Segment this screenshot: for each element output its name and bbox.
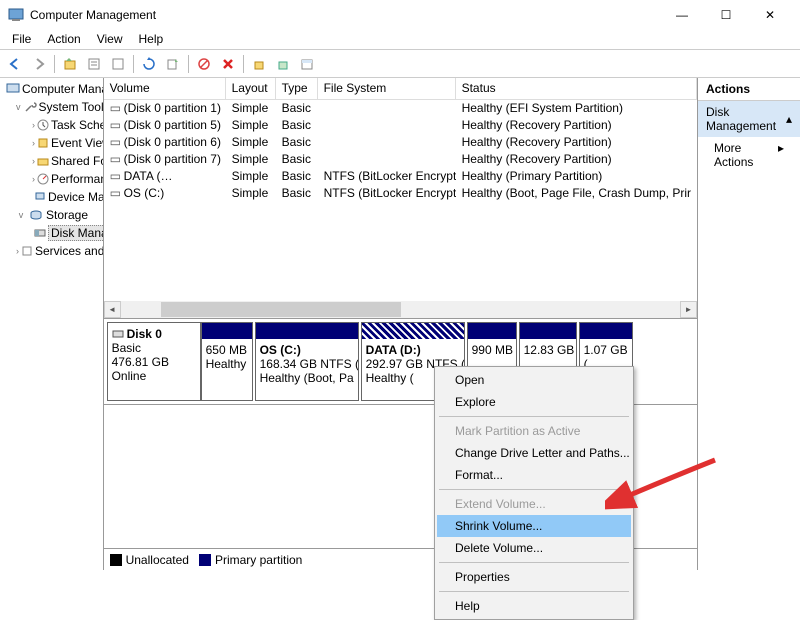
volume-list-header: Volume Layout Type File System Status — [104, 78, 697, 100]
menu-action[interactable]: Action — [39, 30, 88, 49]
refresh-button[interactable] — [138, 53, 160, 75]
context-menu: Open Explore Mark Partition as Active Ch… — [434, 366, 634, 620]
disk-icon: ▭ — [110, 186, 122, 200]
tree-services-apps[interactable]: ›Services and Applications — [2, 242, 101, 260]
partition[interactable]: 650 MBHealthy — [201, 322, 253, 401]
tree-disk-management[interactable]: Disk Management — [2, 224, 101, 242]
window-title: Computer Management — [30, 8, 660, 22]
actions-pane: Actions Disk Management ▴ More Actions ▸ — [698, 78, 800, 570]
tree-performance[interactable]: ›Performance — [2, 170, 101, 188]
cal-button[interactable] — [296, 53, 318, 75]
ctx-explore[interactable]: Explore — [437, 391, 631, 413]
actions-section[interactable]: Disk Management ▴ — [698, 101, 800, 137]
event-icon — [37, 137, 49, 149]
volume-list: ▭(Disk 0 partition 1)SimpleBasicHealthy … — [104, 100, 697, 230]
diskmgmt-icon — [34, 227, 46, 239]
navigation-tree: Computer Management (Local) v System Too… — [0, 78, 104, 570]
scroll-right-button[interactable]: ► — [680, 301, 697, 318]
volume-row[interactable]: ▭(Disk 0 partition 7)SimpleBasicHealthy … — [104, 151, 697, 168]
menu-view[interactable]: View — [89, 30, 131, 49]
scroll-thumb[interactable] — [161, 302, 401, 317]
flag1-button[interactable] — [248, 53, 270, 75]
scroll-track[interactable] — [121, 301, 680, 318]
ctx-mark-active: Mark Partition as Active — [437, 420, 631, 442]
disk-icon: ▭ — [110, 169, 122, 183]
tree-shared-folders[interactable]: ›Shared Folders — [2, 152, 101, 170]
col-filesystem[interactable]: File System — [318, 78, 456, 99]
menu-help[interactable]: Help — [131, 30, 172, 49]
volume-row[interactable]: ▭(Disk 0 partition 1)SimpleBasicHealthy … — [104, 100, 697, 117]
menu-bar: File Action View Help — [0, 30, 800, 50]
close-button[interactable]: ✕ — [748, 0, 792, 30]
chevron-right-icon: ▸ — [778, 141, 784, 169]
actions-more[interactable]: More Actions ▸ — [698, 137, 800, 173]
partition-os[interactable]: OS (C:)168.34 GB NTFS (Healthy (Boot, Pa — [255, 322, 359, 401]
disk-icon: ▭ — [110, 152, 122, 166]
legend-primary-swatch — [199, 554, 211, 566]
device-icon — [34, 191, 46, 203]
col-volume[interactable]: Volume — [104, 78, 226, 99]
ctx-shrink[interactable]: Shrink Volume... — [437, 515, 631, 537]
volume-row[interactable]: ▭OS (C:)SimpleBasicNTFS (BitLocker Encry… — [104, 185, 697, 202]
disk-icon: ▭ — [110, 118, 122, 132]
computer-icon — [6, 82, 20, 96]
ctx-format[interactable]: Format... — [437, 464, 631, 486]
disk-icon: ▭ — [110, 135, 122, 149]
flag2-button[interactable] — [272, 53, 294, 75]
collapse-icon[interactable]: v — [16, 102, 21, 112]
volume-row[interactable]: ▭(Disk 0 partition 5)SimpleBasicHealthy … — [104, 117, 697, 134]
volume-row[interactable]: ▭(Disk 0 partition 6)SimpleBasicHealthy … — [104, 134, 697, 151]
ctx-properties[interactable]: Properties — [437, 566, 631, 588]
ctx-open[interactable]: Open — [437, 369, 631, 391]
services-icon — [21, 245, 33, 257]
disk-icon: ▭ — [110, 101, 122, 115]
menu-file[interactable]: File — [4, 30, 39, 49]
minimize-button[interactable]: — — [660, 0, 704, 30]
props-button[interactable] — [83, 53, 105, 75]
scroll-left-button[interactable]: ◄ — [104, 301, 121, 318]
toolbar — [0, 50, 800, 78]
col-layout[interactable]: Layout — [226, 78, 276, 99]
ctx-extend: Extend Volume... — [437, 493, 631, 515]
tree-storage[interactable]: vStorage — [2, 206, 101, 224]
collapse-icon[interactable]: v — [16, 210, 26, 220]
tree-system-tools[interactable]: v System Tools — [2, 98, 101, 116]
volume-row[interactable]: ▭DATA (…SimpleBasicNTFS (BitLocker Encry… — [104, 168, 697, 185]
storage-icon — [28, 209, 44, 221]
ctx-delete[interactable]: Delete Volume... — [437, 537, 631, 559]
col-status[interactable]: Status — [456, 78, 697, 99]
forward-button[interactable] — [28, 53, 50, 75]
ctx-change-letter[interactable]: Change Drive Letter and Paths... — [437, 442, 631, 464]
tree-device-manager[interactable]: Device Manager — [2, 188, 101, 206]
disk-icon — [112, 328, 124, 340]
maximize-button[interactable]: ☐ — [704, 0, 748, 30]
back-button[interactable] — [4, 53, 26, 75]
stop-button[interactable] — [193, 53, 215, 75]
hscrollbar[interactable]: ◄ ► — [104, 301, 697, 318]
legend-unallocated-swatch — [110, 554, 122, 566]
perf-icon — [37, 173, 49, 185]
actions-header: Actions — [698, 78, 800, 101]
disk-info[interactable]: Disk 0 Basic 476.81 GB Online — [107, 322, 201, 401]
tree-task-scheduler[interactable]: ›Task Scheduler — [2, 116, 101, 134]
ctx-help[interactable]: Help — [437, 595, 631, 617]
delete-button[interactable] — [217, 53, 239, 75]
tools-icon — [23, 100, 37, 114]
folder-shared-icon — [37, 155, 49, 167]
col-type[interactable]: Type — [276, 78, 318, 99]
app-icon — [8, 7, 24, 23]
refresh2-button[interactable] — [107, 53, 129, 75]
up-button[interactable] — [59, 53, 81, 75]
collapse-up-icon: ▴ — [786, 112, 792, 126]
window-titlebar: Computer Management — ☐ ✕ — [0, 0, 800, 30]
tree-root[interactable]: Computer Management (Local) — [2, 80, 101, 98]
export-button[interactable] — [162, 53, 184, 75]
tree-event-viewer[interactable]: ›Event Viewer — [2, 134, 101, 152]
clock-icon — [37, 119, 49, 131]
